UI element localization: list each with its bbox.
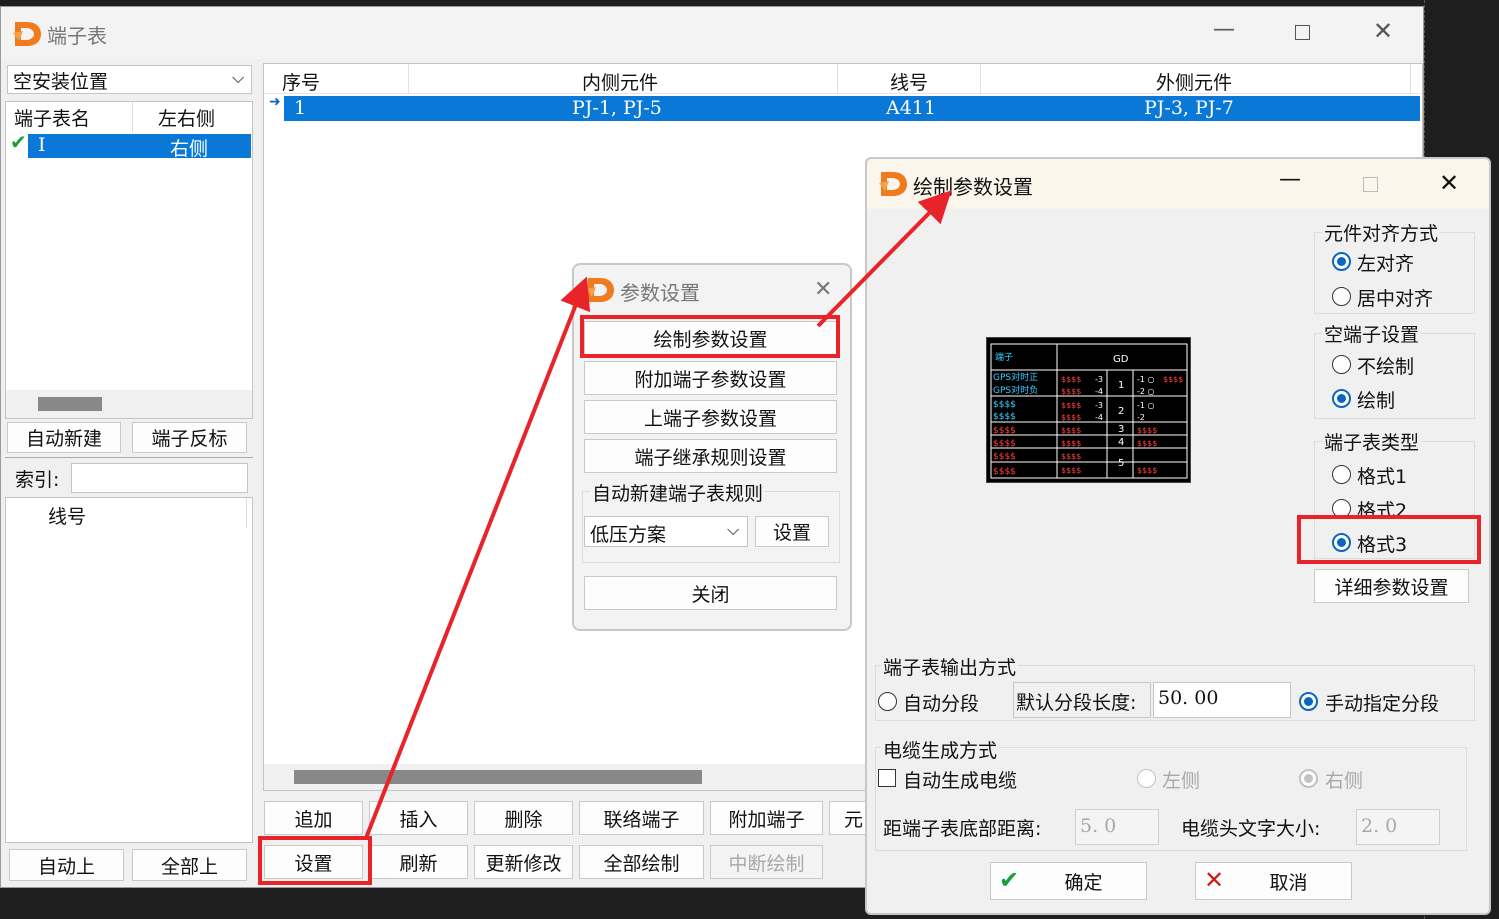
- annotation-arrows: [364, 190, 952, 839]
- annotation-arrow-1: [364, 276, 591, 839]
- annotation-arrow-2: [816, 190, 952, 328]
